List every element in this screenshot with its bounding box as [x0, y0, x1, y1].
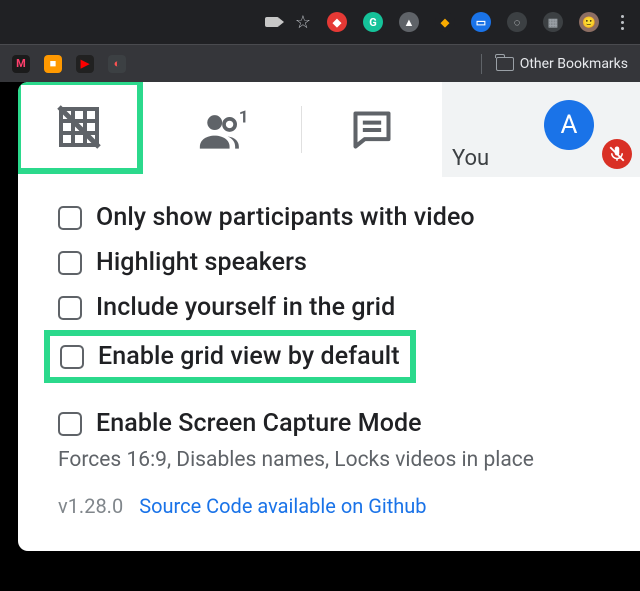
bookmarks-bar: M ■ ▶ ◐ Other Bookmarks	[0, 44, 640, 82]
extension-drive[interactable]: ▲	[399, 12, 419, 32]
bookmark-other[interactable]: ◐	[108, 55, 126, 73]
checkbox[interactable]	[58, 412, 82, 436]
extension-docs[interactable]: ▭	[471, 12, 491, 32]
avatar: A	[544, 100, 594, 150]
highlight-grid-toggle	[18, 82, 143, 174]
option-enable-default[interactable]: Enable grid view by default	[60, 338, 400, 375]
option-label: Include yourself in the grid	[96, 293, 395, 322]
extension-lightbulb[interactable]: ◌	[507, 12, 527, 32]
bookmark-star-icon[interactable]: ☆	[295, 12, 311, 33]
checkbox[interactable]	[60, 345, 84, 369]
kebab-menu-icon[interactable]	[615, 15, 630, 30]
source-link[interactable]: Source Code available on Github	[139, 494, 426, 518]
separator	[481, 54, 482, 74]
option-screen-capture[interactable]: Enable Screen Capture Mode	[58, 401, 620, 446]
checkbox[interactable]	[58, 206, 82, 230]
extension-adblock[interactable]: ◆	[327, 12, 347, 32]
grid-off-icon[interactable]	[55, 103, 103, 151]
option-label: Enable grid view by default	[98, 342, 400, 371]
option-label: Enable Screen Capture Mode	[96, 409, 422, 438]
option-label: Only show participants with video	[96, 203, 475, 232]
options-list: Only show participants with video Highli…	[18, 177, 640, 518]
other-bookmarks-folder[interactable]: Other Bookmarks	[496, 56, 628, 72]
chat-icon[interactable]	[350, 108, 394, 152]
checkbox[interactable]	[58, 296, 82, 320]
people-icon[interactable]: 1	[198, 106, 250, 154]
screen-capture-section: Enable Screen Capture Mode Forces 16:9, …	[58, 401, 620, 472]
svg-text:1: 1	[238, 107, 248, 127]
bookmark-myntra[interactable]: M	[12, 55, 30, 73]
checkbox[interactable]	[58, 251, 82, 275]
option-highlight-speakers[interactable]: Highlight speakers	[58, 240, 620, 285]
highlight-enable-default: Enable grid view by default	[44, 330, 416, 383]
panel-footer: v1.28.0 Source Code available on Github	[58, 494, 620, 518]
bookmark-youtube[interactable]: ▶	[76, 55, 94, 73]
camera-icon	[265, 17, 279, 27]
version-label: v1.28.0	[58, 494, 123, 518]
self-tile[interactable]: You A	[442, 82, 640, 177]
folder-icon	[496, 57, 514, 71]
extension-grid[interactable]: ▦	[543, 12, 563, 32]
grid-view-panel: 1 You A	[18, 82, 640, 551]
option-label: Highlight speakers	[96, 248, 307, 277]
extension-avatar[interactable]: 🙂	[579, 12, 599, 32]
option-include-self[interactable]: Include yourself in the grid	[58, 285, 620, 330]
browser-toolbar: ☆ ◆ G ▲ ◆ ▭ ◌ ▦ 🙂	[0, 0, 640, 44]
you-label: You	[452, 146, 489, 171]
meet-stage: 1 You A	[0, 82, 640, 591]
screen-capture-desc: Forces 16:9, Disables names, Locks video…	[58, 448, 620, 472]
other-bookmarks-label: Other Bookmarks	[520, 56, 628, 72]
panel-topbar: 1 You A	[18, 82, 640, 177]
extension-superman[interactable]: ◆	[435, 12, 455, 32]
extension-grammarly[interactable]: G	[363, 12, 383, 32]
option-only-video[interactable]: Only show participants with video	[58, 195, 620, 240]
mic-muted-icon[interactable]	[602, 139, 632, 169]
bookmark-amazon[interactable]: ■	[44, 55, 62, 73]
